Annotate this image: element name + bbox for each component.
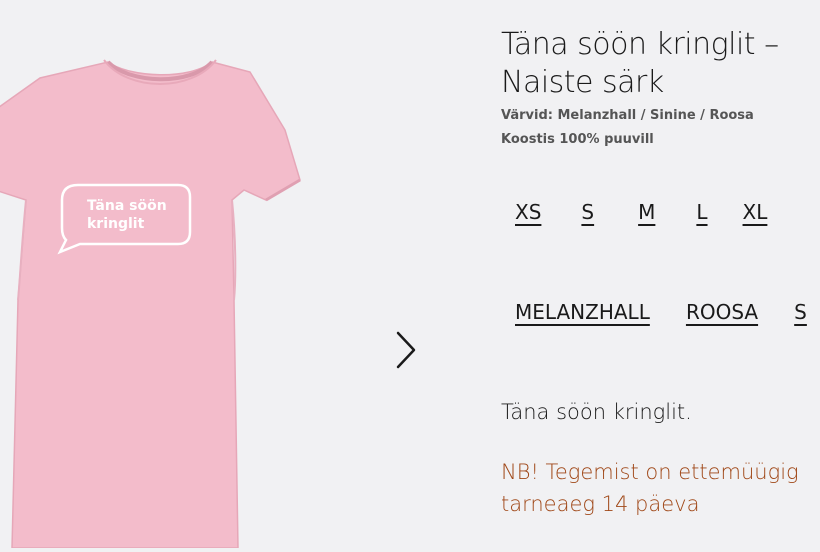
size-option-xs[interactable]: XS: [515, 200, 541, 224]
color-option-roosa[interactable]: ROOSA: [686, 300, 758, 324]
print-line2: kringlit: [87, 216, 145, 232]
print-line1: Täna söön: [87, 198, 167, 214]
preorder-notice: NB! Tegemist on ettemüügig tarneaeg 14 p…: [501, 456, 799, 520]
size-option-xl[interactable]: XL: [743, 200, 768, 224]
title-line2: Naiste särk: [501, 65, 664, 100]
notice-line1: NB! Tegemist on ettemüügig: [501, 460, 799, 484]
size-option-s[interactable]: S: [581, 200, 594, 224]
chevron-right-icon: [396, 331, 416, 369]
title-line1: Täna söön kringlit –: [501, 27, 779, 62]
color-selector: MELANZHALL ROOSA S: [515, 300, 820, 324]
size-selector: XS S M L XL: [515, 200, 767, 224]
next-image-button[interactable]: [388, 328, 424, 372]
product-title: Täna söön kringlit – Naiste särk: [501, 26, 820, 102]
product-image: Täna söön kringlit: [0, 0, 330, 549]
color-option-melanzhall[interactable]: MELANZHALL: [515, 300, 650, 324]
colors-info: Värvid: Melanzhall / Sinine / Roosa: [501, 108, 754, 123]
tshirt-image: Täna söön kringlit: [0, 59, 301, 549]
product-description: Täna söön kringlit.: [501, 400, 692, 424]
color-option-sinine[interactable]: S: [794, 300, 807, 324]
notice-line2: tarneaeg 14 päeva: [501, 492, 700, 516]
product-info: Täna söön kringlit – Naiste särk Värvid:…: [501, 26, 820, 152]
size-option-m[interactable]: M: [638, 200, 655, 224]
composition-info: Koostis 100% puuvill: [501, 132, 654, 147]
size-option-l[interactable]: L: [696, 200, 707, 224]
